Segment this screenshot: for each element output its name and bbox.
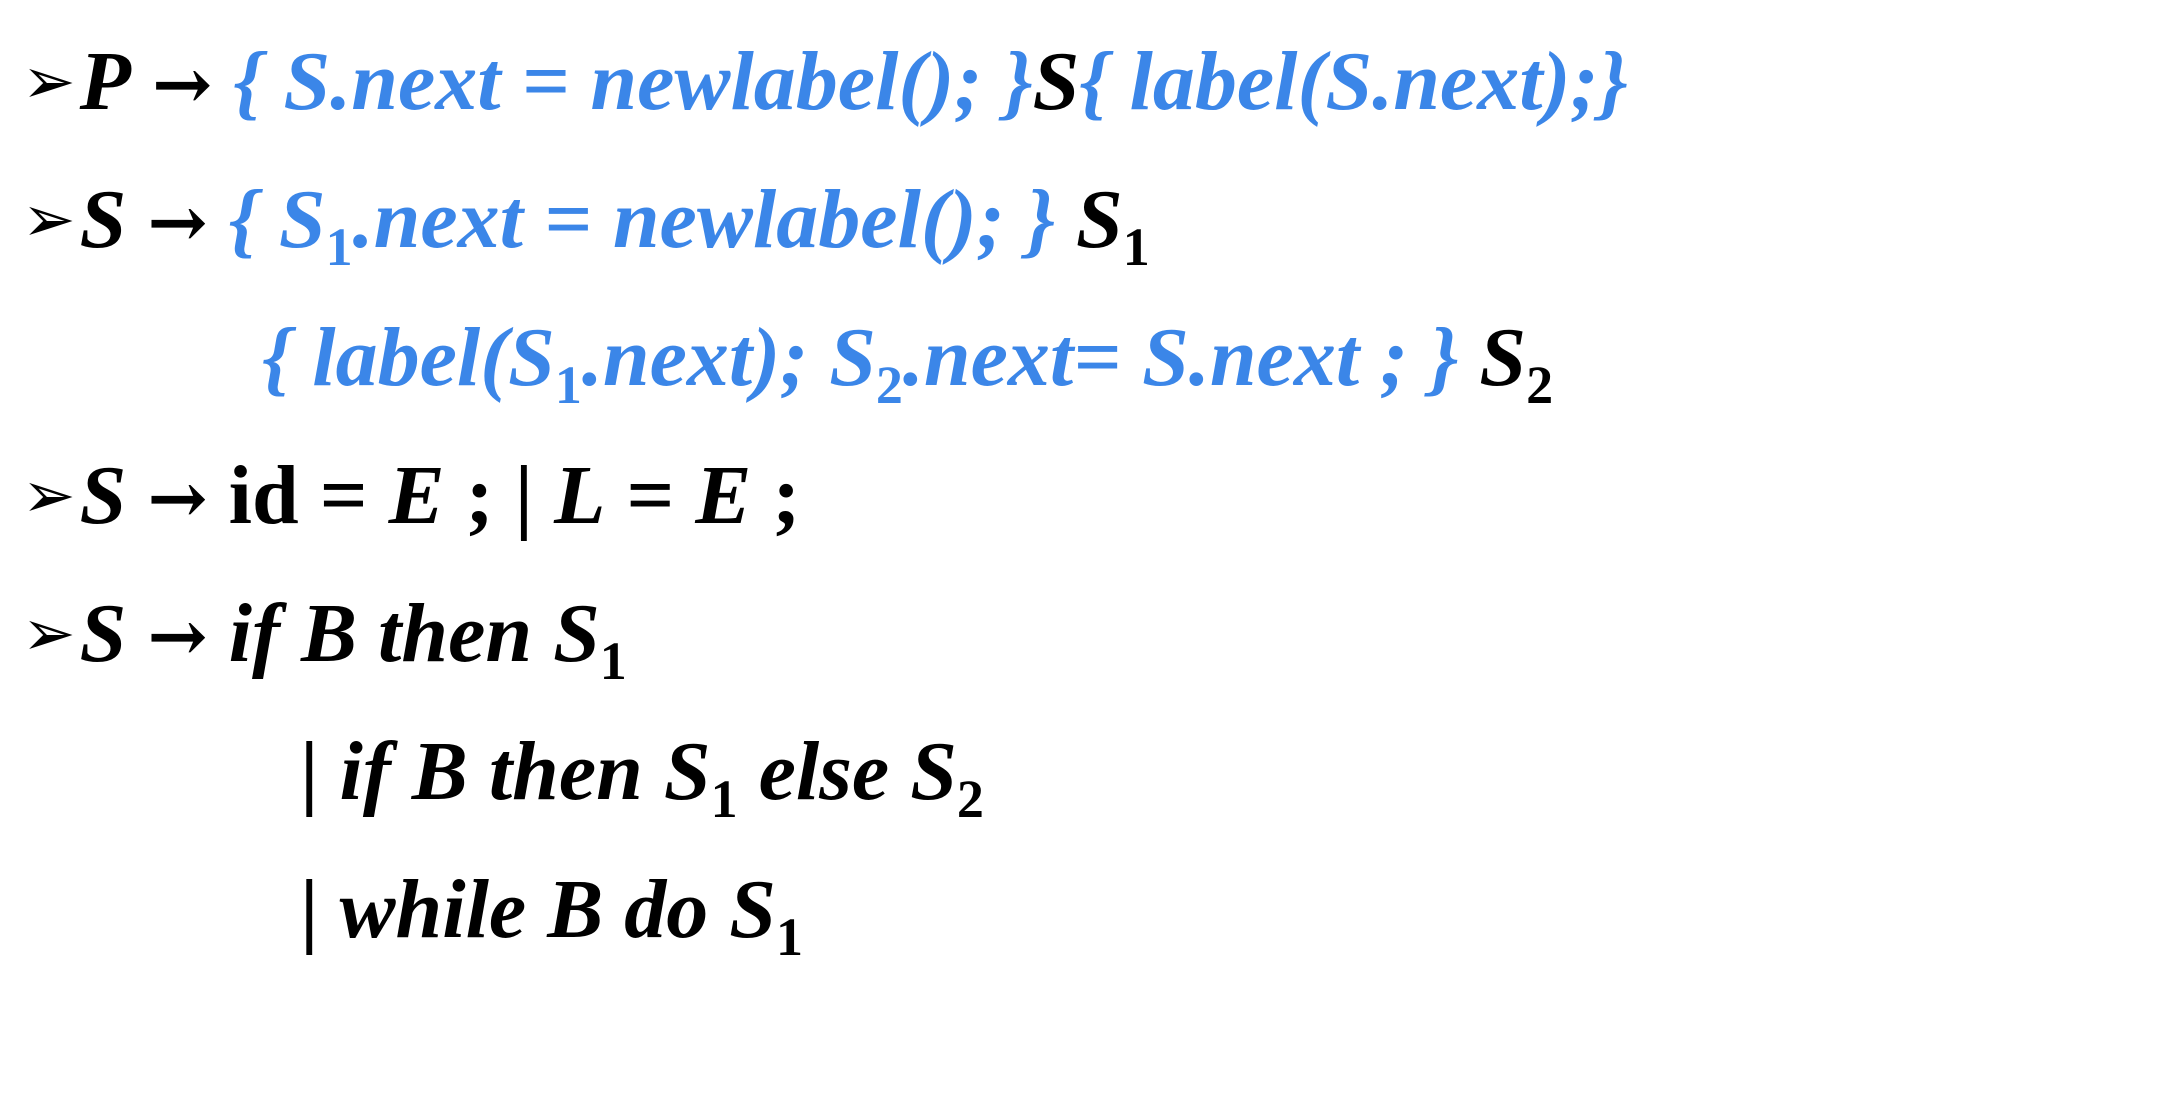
nonterminal-s: S: [1032, 35, 1080, 128]
nonterminal-s: S: [79, 587, 127, 680]
arrow-icon: →: [147, 455, 208, 540]
production-s-while: | while B do S1: [300, 850, 803, 970]
alternative-bar: |: [300, 863, 340, 956]
if-then-else-alternative: if B then S1 else S2: [339, 725, 984, 829]
nonterminal-s: S: [79, 449, 127, 542]
semantic-action-newlabel: { S.next = newlabel(); }: [233, 35, 1033, 128]
semantic-action-label-s1-s2next: { label(S1.next); S2.next= S.next ; }: [262, 311, 1459, 415]
terminal-id: id: [228, 449, 299, 542]
production-s-if: ➢S → if B then S1: [22, 574, 627, 694]
while-do-alternative: while B do S1: [339, 863, 803, 967]
arrow-icon: →: [151, 41, 213, 126]
nonterminal-l: L: [554, 449, 606, 542]
nonterminal-e: E: [695, 449, 752, 542]
production-s-sequence: ➢S → { S1.next = newlabel(); } S1: [22, 160, 1150, 280]
nonterminal-e: E: [388, 449, 445, 542]
nonterminal-s: S: [79, 173, 127, 266]
arrowhead-bullet-icon: ➢: [22, 459, 76, 533]
production-s-if-else: | if B then S1 else S2: [300, 712, 984, 832]
production-s-sequence-continued: { label(S1.next); S2.next= S.next ; } S2: [262, 298, 1553, 418]
alternative-bar: |: [300, 725, 340, 818]
production-s-assign: ➢S → id = E ; | L = E ;: [22, 436, 800, 556]
nonterminal-s2: S2: [1479, 311, 1554, 415]
semantic-action-label: { label(S.next);}: [1079, 35, 1628, 128]
arrow-icon: →: [147, 593, 208, 678]
if-then-alternative: if B then S1: [228, 587, 627, 691]
nonterminal-p: P: [79, 35, 131, 128]
production-p: ➢P → { S.next = newlabel(); }S{ label(S.…: [22, 22, 1628, 142]
arrowhead-bullet-icon: ➢: [22, 183, 76, 257]
nonterminal-s1: S1: [1076, 173, 1150, 277]
arrow-icon: →: [147, 179, 208, 264]
semantic-action-s1-newlabel: { S1.next = newlabel(); }: [228, 173, 1055, 277]
arrowhead-bullet-icon: ➢: [22, 597, 76, 671]
arrowhead-bullet-icon: ➢: [22, 45, 76, 119]
